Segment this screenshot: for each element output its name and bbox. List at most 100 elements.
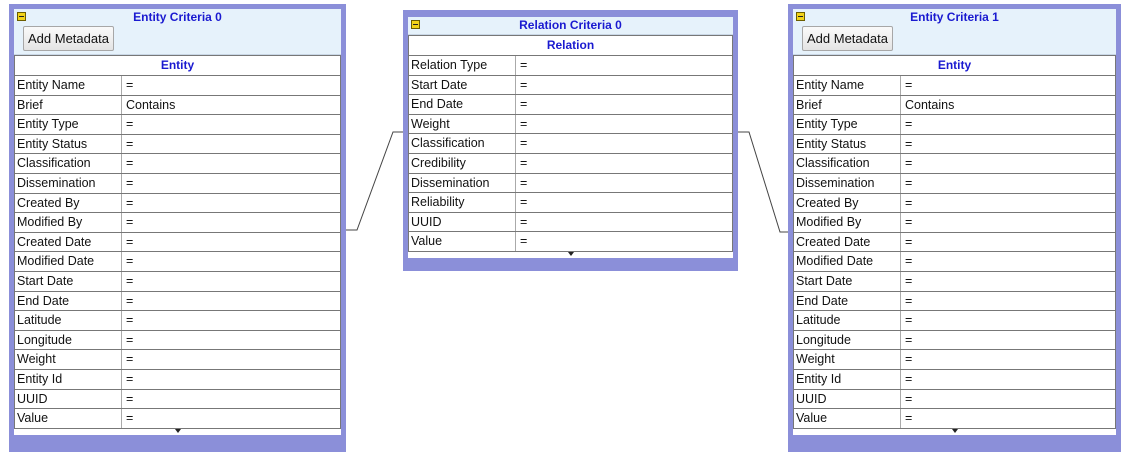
property-row[interactable]: Entity Type = — [794, 115, 1115, 135]
property-operator[interactable]: = — [122, 331, 340, 350]
property-row[interactable]: UUID = — [794, 389, 1115, 410]
property-row[interactable]: Longitude = — [15, 330, 340, 351]
property-operator[interactable]: Contains — [122, 96, 340, 115]
property-operator[interactable]: = — [901, 272, 1115, 291]
collapse-minus-icon[interactable] — [17, 12, 26, 21]
property-row[interactable]: Modified By = — [794, 213, 1115, 233]
property-operator[interactable]: Contains — [901, 96, 1115, 115]
property-row[interactable]: Entity Status = — [15, 134, 340, 155]
property-row[interactable]: Entity Type = — [15, 115, 340, 135]
property-operator[interactable]: = — [516, 232, 732, 251]
property-row[interactable]: Credibility = — [409, 153, 732, 174]
property-operator[interactable]: = — [122, 292, 340, 311]
triangle-down-icon[interactable] — [174, 428, 181, 433]
property-operator[interactable]: = — [122, 311, 340, 330]
property-row[interactable]: Modified By = — [15, 213, 340, 233]
property-row[interactable]: Start Date = — [794, 271, 1115, 292]
add-metadata-button[interactable]: Add Metadata — [802, 26, 893, 51]
property-row[interactable]: Weight = — [794, 350, 1115, 370]
property-operator[interactable]: = — [122, 272, 340, 291]
property-operator[interactable]: = — [122, 390, 340, 409]
property-operator[interactable]: = — [122, 194, 340, 213]
property-row[interactable]: Created Date = — [794, 232, 1115, 253]
property-row[interactable]: Dissemination = — [15, 173, 340, 194]
property-operator[interactable]: = — [901, 292, 1115, 311]
property-row[interactable]: Created By = — [794, 193, 1115, 214]
property-row[interactable]: Relation Type = — [409, 56, 732, 76]
property-row[interactable]: End Date = — [409, 95, 732, 115]
property-row[interactable]: Reliability = — [409, 193, 732, 213]
collapse-minus-icon[interactable] — [796, 12, 805, 21]
property-operator[interactable]: = — [122, 233, 340, 252]
property-operator[interactable]: = — [901, 76, 1115, 95]
property-operator[interactable]: = — [901, 252, 1115, 271]
property-operator[interactable]: = — [122, 350, 340, 369]
property-row[interactable]: Value = — [409, 232, 732, 252]
property-row[interactable]: Classification = — [794, 154, 1115, 174]
property-row[interactable]: End Date = — [15, 291, 340, 312]
property-operator[interactable]: = — [901, 331, 1115, 350]
triangle-down-icon[interactable] — [951, 428, 958, 433]
property-operator[interactable]: = — [901, 115, 1115, 134]
property-operator[interactable]: = — [516, 134, 732, 153]
property-operator[interactable]: = — [122, 135, 340, 154]
property-operator[interactable]: = — [901, 154, 1115, 173]
property-operator[interactable]: = — [516, 115, 732, 134]
property-operator[interactable]: = — [122, 213, 340, 232]
property-operator[interactable]: = — [122, 174, 340, 193]
property-row[interactable]: Brief Contains — [794, 95, 1115, 116]
property-row[interactable]: Dissemination = — [794, 173, 1115, 194]
add-metadata-button[interactable]: Add Metadata — [23, 26, 114, 51]
property-row[interactable]: Start Date = — [15, 271, 340, 292]
property-operator[interactable]: = — [901, 135, 1115, 154]
property-operator[interactable]: = — [901, 311, 1115, 330]
property-operator[interactable]: = — [122, 409, 340, 428]
property-row[interactable]: Created Date = — [15, 232, 340, 253]
property-row[interactable]: Modified Date = — [794, 252, 1115, 272]
property-row[interactable]: Dissemination = — [409, 173, 732, 194]
property-row[interactable]: Created By = — [15, 193, 340, 214]
property-operator[interactable]: = — [901, 409, 1115, 428]
property-row[interactable]: Classification = — [409, 134, 732, 154]
property-row[interactable]: Longitude = — [794, 330, 1115, 351]
property-operator[interactable]: = — [516, 76, 732, 95]
collapse-minus-icon[interactable] — [411, 20, 420, 29]
property-row[interactable]: Entity Id = — [15, 369, 340, 390]
property-row[interactable]: End Date = — [794, 291, 1115, 312]
property-row[interactable]: UUID = — [409, 212, 732, 233]
property-operator[interactable]: = — [516, 56, 732, 75]
property-row[interactable]: Entity Name = — [794, 76, 1115, 96]
property-operator[interactable]: = — [516, 154, 732, 173]
triangle-down-icon[interactable] — [567, 251, 574, 256]
property-row[interactable]: Latitude = — [15, 311, 340, 331]
entity-criteria-panel-1[interactable]: Entity Criteria 1 Add Metadata Entity En… — [788, 4, 1121, 452]
entity-criteria-panel-0[interactable]: Entity Criteria 0 Add Metadata Entity En… — [9, 4, 346, 452]
property-operator[interactable]: = — [122, 370, 340, 389]
property-operator[interactable]: = — [516, 193, 732, 212]
property-operator[interactable]: = — [901, 194, 1115, 213]
property-row[interactable]: Entity Status = — [794, 134, 1115, 155]
property-row[interactable]: Brief Contains — [15, 95, 340, 116]
property-row[interactable]: Value = — [15, 409, 340, 429]
property-operator[interactable]: = — [901, 370, 1115, 389]
property-operator[interactable]: = — [901, 390, 1115, 409]
property-operator[interactable]: = — [901, 350, 1115, 369]
property-row[interactable]: Weight = — [409, 114, 732, 135]
property-operator[interactable]: = — [516, 174, 732, 193]
property-operator[interactable]: = — [122, 252, 340, 271]
property-row[interactable]: Value = — [794, 409, 1115, 429]
property-row[interactable]: Entity Id = — [794, 369, 1115, 390]
property-operator[interactable]: = — [122, 154, 340, 173]
property-operator[interactable]: = — [122, 115, 340, 134]
property-operator[interactable]: = — [901, 233, 1115, 252]
property-operator[interactable]: = — [122, 76, 340, 95]
relation-criteria-panel-0[interactable]: Relation Criteria 0 Relation Relation Ty… — [403, 10, 738, 271]
property-row[interactable]: UUID = — [15, 389, 340, 410]
property-row[interactable]: Start Date = — [409, 75, 732, 96]
property-operator[interactable]: = — [516, 95, 732, 114]
property-row[interactable]: Latitude = — [794, 311, 1115, 331]
property-operator[interactable]: = — [901, 213, 1115, 232]
property-operator[interactable]: = — [516, 213, 732, 232]
property-row[interactable]: Weight = — [15, 350, 340, 370]
property-row[interactable]: Classification = — [15, 154, 340, 174]
